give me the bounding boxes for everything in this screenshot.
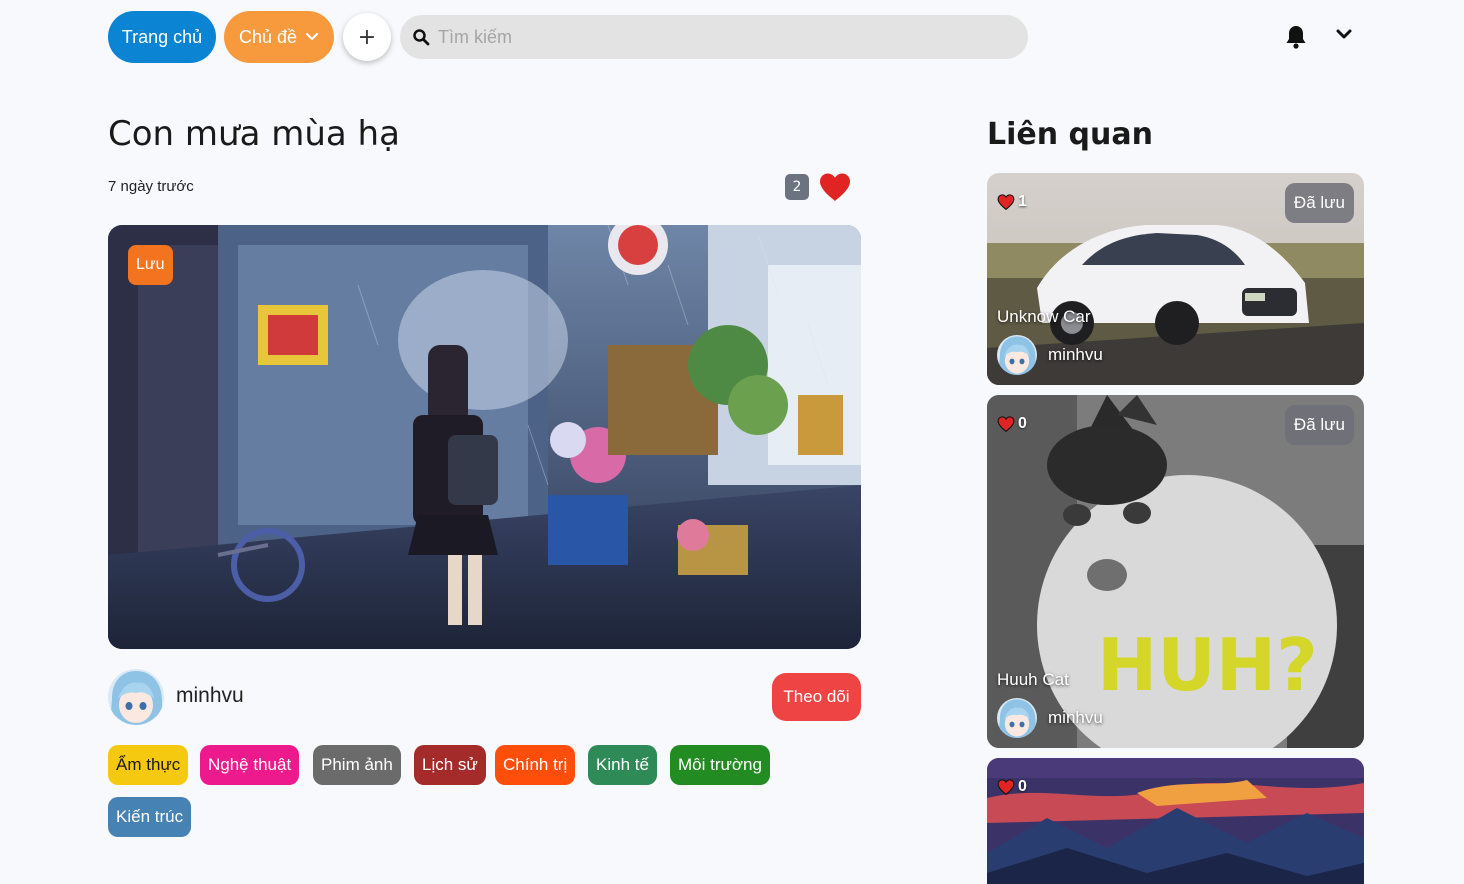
- tag-chinh-tri[interactable]: Chính trị: [495, 745, 576, 785]
- tag-lich-su[interactable]: Lịch sử: [414, 745, 486, 785]
- like-count-badge: 2: [785, 174, 809, 200]
- card-title: Unknow Car: [997, 307, 1091, 326]
- chevron-down-icon: [305, 32, 319, 41]
- tag-am-thuc[interactable]: Ẩm thực: [108, 745, 189, 785]
- card-title: Huuh Cat: [997, 670, 1069, 689]
- heart-icon: [997, 194, 1015, 210]
- bell-icon[interactable]: [1284, 24, 1308, 50]
- avatar[interactable]: [108, 669, 164, 725]
- related-card[interactable]: HUH? 0 Đã lưu Huuh Cat minhvu: [987, 395, 1364, 748]
- tag-phim-anh[interactable]: Phim ảnh: [313, 745, 401, 785]
- top-navigation: Trang chủ Chủ đề +: [108, 11, 1364, 63]
- related-card[interactable]: 0: [987, 758, 1364, 884]
- cat-thumbnail: HUH?: [987, 395, 1364, 748]
- avatar: [997, 698, 1037, 738]
- search-bar[interactable]: [400, 15, 1028, 59]
- like-indicator: 0: [997, 778, 1027, 796]
- like-count: 1: [1018, 193, 1027, 210]
- topics-dropdown-button[interactable]: Chủ đề: [224, 11, 334, 63]
- plus-icon: +: [357, 24, 377, 50]
- follow-button[interactable]: Theo dõi: [772, 673, 861, 721]
- post-title: Con mưa mùa hạ: [108, 114, 400, 154]
- chevron-down-icon[interactable]: [1336, 28, 1352, 40]
- like-indicator: 1: [997, 193, 1027, 211]
- heart-icon: [997, 416, 1015, 432]
- related-card[interactable]: 1 Đã lưu Unknow Car minhvu: [987, 173, 1364, 385]
- like-indicator: 0: [997, 415, 1027, 433]
- save-button[interactable]: Lưu: [128, 245, 173, 285]
- like-count: 0: [1018, 415, 1027, 432]
- tag-kien-truc[interactable]: Kiến trúc: [108, 797, 192, 837]
- author-name[interactable]: minhvu: [176, 684, 244, 708]
- related-heading: Liên quan: [987, 117, 1153, 152]
- heart-icon[interactable]: [818, 172, 852, 202]
- card-author-name: minhvu: [1048, 708, 1103, 727]
- card-author-name: minhvu: [1048, 345, 1103, 364]
- add-post-button[interactable]: +: [343, 13, 391, 61]
- like-count: 0: [1018, 778, 1027, 795]
- heart-icon: [997, 779, 1015, 795]
- saved-badge[interactable]: Đã lưu: [1284, 183, 1354, 223]
- post-timestamp: 7 ngày trước: [108, 178, 194, 195]
- avatar: [997, 335, 1037, 375]
- rainy-street-illustration: [108, 225, 861, 649]
- card-author[interactable]: minhvu: [997, 698, 1103, 738]
- topics-label: Chủ đề: [238, 26, 298, 47]
- card-author[interactable]: minhvu: [997, 335, 1103, 375]
- post-image: [108, 225, 861, 649]
- landscape-thumbnail: [987, 758, 1364, 884]
- saved-badge[interactable]: Đã lưu: [1284, 405, 1354, 445]
- search-input[interactable]: [438, 26, 998, 48]
- search-icon: [413, 29, 430, 46]
- tag-moi-truong[interactable]: Môi trường: [670, 745, 770, 785]
- tag-kinh-te[interactable]: Kinh tế: [588, 745, 657, 785]
- tag-nghe-thuat[interactable]: Nghệ thuật: [200, 745, 300, 785]
- home-button[interactable]: Trang chủ: [108, 11, 216, 63]
- cat-caption: HUH?: [1097, 623, 1318, 707]
